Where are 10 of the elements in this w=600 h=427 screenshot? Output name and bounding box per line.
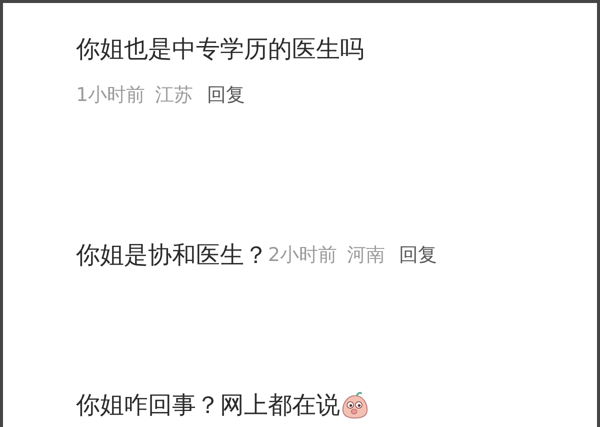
reply-link[interactable]: 回复 xyxy=(399,243,438,267)
comment-text: 你姐是协和医生？ xyxy=(76,240,268,271)
reply-link[interactable]: 回复 xyxy=(207,83,246,107)
comment-text: 你姐也是中专学历的医生吗 xyxy=(76,34,364,65)
comment-location: 河南 xyxy=(347,243,386,267)
comment-time: 2小时前 xyxy=(268,243,338,267)
comment-location: 江苏 xyxy=(155,83,194,107)
comment-text: 你姐咋回事？网上都在说 xyxy=(76,390,340,421)
blob-face-icon xyxy=(341,390,369,420)
comment-time: 1小时前 xyxy=(76,83,146,107)
